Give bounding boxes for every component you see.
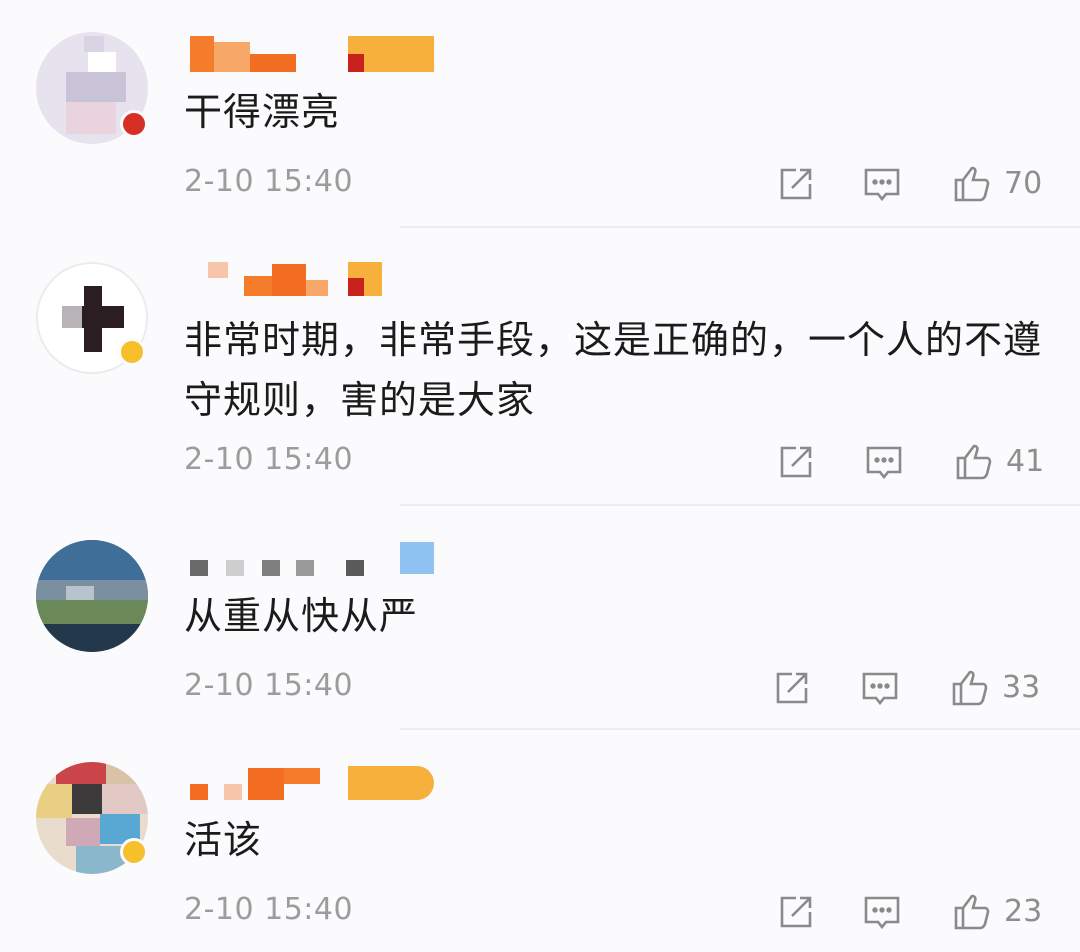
share-icon[interactable] — [776, 164, 816, 204]
user-level-badge — [348, 262, 382, 296]
username[interactable] — [190, 560, 370, 576]
comment-actions: 33 — [0, 668, 1080, 712]
user-level-badge — [348, 36, 434, 72]
user-level-badge — [348, 766, 434, 800]
comment-actions: 70 — [0, 164, 1080, 208]
comment-text: 非常时期，非常手段，这是正确的，一个人的不遵守规则，害的是大家 — [184, 318, 1043, 422]
thumbs-up-icon[interactable]: 33 — [950, 668, 1040, 708]
verified-badge-icon — [118, 338, 146, 366]
share-icon[interactable] — [776, 442, 816, 482]
comment-icon[interactable] — [860, 668, 900, 708]
username[interactable] — [190, 768, 330, 800]
comment-icon[interactable] — [862, 892, 902, 932]
comment-actions: 41 — [0, 442, 1080, 486]
username[interactable] — [208, 262, 328, 296]
thumbs-up-icon[interactable]: 23 — [952, 892, 1042, 932]
share-icon[interactable] — [772, 668, 812, 708]
like-count: 33 — [1002, 670, 1041, 705]
thumbs-up-icon[interactable]: 70 — [952, 164, 1042, 204]
comment-item: 干得漂亮 2-10 15:40 70 — [0, 0, 1080, 228]
comment-text: 从重从快从严 — [184, 594, 419, 638]
comment-item: 活该 2-10 15:40 23 — [0, 730, 1080, 952]
comment-item: 非常时期，非常手段，这是正确的，一个人的不遵守规则，害的是大家 2-10 15:… — [0, 228, 1080, 504]
comment-text: 活该 — [184, 818, 263, 862]
comment-actions: 23 — [0, 892, 1080, 936]
thumbs-up-icon[interactable]: 41 — [954, 442, 1044, 482]
comment-text: 干得漂亮 — [184, 90, 341, 134]
avatar[interactable] — [36, 540, 148, 652]
comment-icon[interactable] — [862, 164, 902, 204]
username[interactable] — [190, 36, 296, 72]
like-count: 70 — [1004, 166, 1043, 201]
comment-icon[interactable] — [864, 442, 904, 482]
user-level-badge — [400, 542, 434, 574]
verified-badge-icon — [120, 110, 148, 138]
share-icon[interactable] — [776, 892, 816, 932]
comment-item: 从重从快从严 2-10 15:40 33 — [0, 506, 1080, 730]
verified-badge-icon — [120, 838, 148, 866]
like-count: 41 — [1006, 444, 1045, 479]
like-count: 23 — [1004, 894, 1043, 929]
